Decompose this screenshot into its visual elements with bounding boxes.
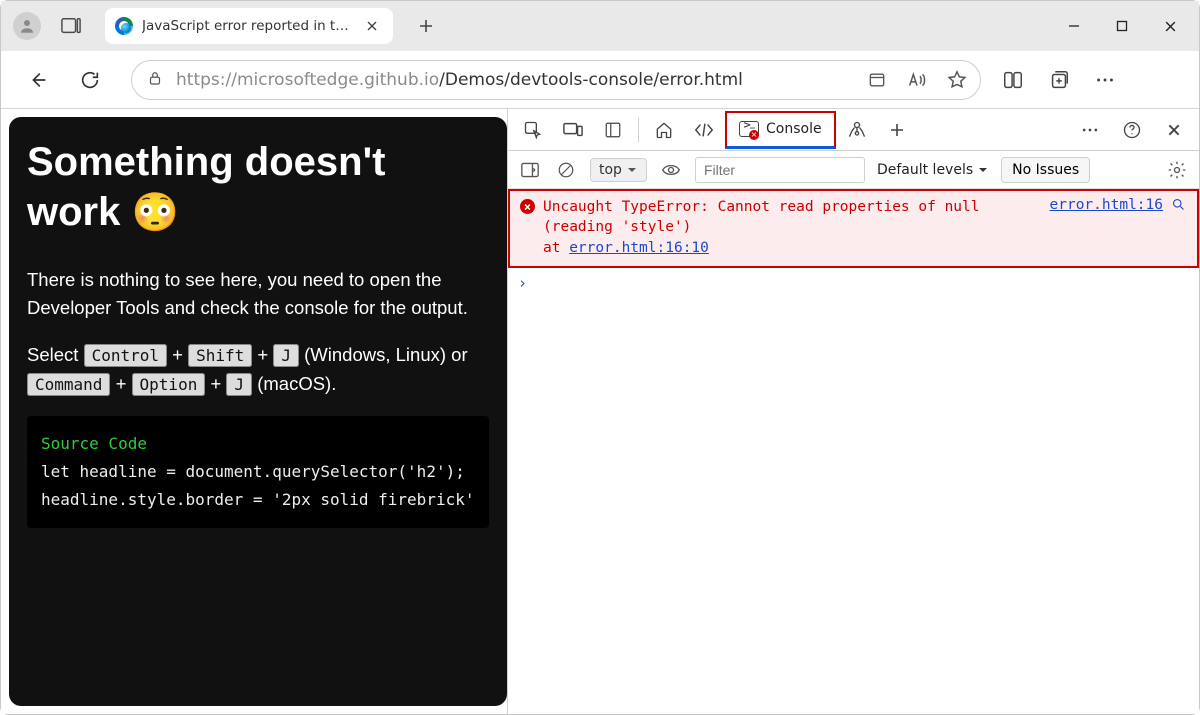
- console-filter-input[interactable]: [695, 157, 865, 183]
- tab-actions-icon[interactable]: [57, 13, 85, 39]
- profile-avatar[interactable]: [13, 12, 41, 40]
- devtools-close-icon[interactable]: [1155, 111, 1193, 149]
- tab-elements-icon[interactable]: [685, 111, 723, 149]
- live-expression-icon[interactable]: [659, 158, 683, 182]
- edge-favicon-icon: [115, 17, 133, 35]
- execution-context-select[interactable]: top: [590, 158, 647, 182]
- console-toolbar: top Default levels No Issues: [508, 151, 1199, 189]
- address-bar[interactable]: https://microsoftedge.github.io/Demos/de…: [131, 60, 981, 100]
- tab-console[interactable]: Console: [725, 111, 836, 149]
- settings-menu-icon[interactable]: [1089, 64, 1121, 96]
- tab-add-icon[interactable]: [878, 111, 916, 149]
- kbd-j-2: J: [226, 373, 252, 396]
- nav-refresh-button[interactable]: [69, 59, 111, 101]
- log-levels-select[interactable]: Default levels: [877, 162, 989, 178]
- page-paragraph-2: Select Control + Shift + J (Windows, Lin…: [27, 341, 489, 398]
- tab-close-button[interactable]: [361, 15, 383, 37]
- tab-sources-icon[interactable]: [838, 111, 876, 149]
- kbd-j: J: [273, 344, 299, 367]
- error-bullet-icon: [520, 199, 535, 214]
- device-toolbar-icon[interactable]: [554, 111, 592, 149]
- page-paragraph-1: There is nothing to see here, you need t…: [27, 266, 489, 323]
- nav-back-button[interactable]: [17, 59, 59, 101]
- browser-toolbar: https://microsoftedge.github.io/Demos/de…: [1, 51, 1199, 109]
- kbd-shift: Shift: [188, 344, 252, 367]
- console-error-row[interactable]: Uncaught TypeError: Cannot read properti…: [508, 189, 1199, 268]
- site-info-lock-icon[interactable]: [146, 69, 164, 91]
- collections-icon[interactable]: [1043, 64, 1075, 96]
- console-prompt[interactable]: ›: [508, 268, 1199, 298]
- read-aloud-icon[interactable]: [904, 67, 930, 93]
- window-minimize-button[interactable]: [1051, 6, 1097, 46]
- tab-title: JavaScript error reported in the C: [142, 18, 352, 34]
- url-text: https://microsoftedge.github.io/Demos/de…: [176, 70, 852, 90]
- title-bar: JavaScript error reported in the C: [1, 1, 1199, 51]
- flushed-emoji-icon: 😳: [131, 192, 178, 234]
- page-viewport: Something doesn't work 😳 There is nothin…: [1, 109, 507, 714]
- favorite-star-icon[interactable]: [944, 67, 970, 93]
- error-source-link[interactable]: error.html:16: [1050, 197, 1164, 258]
- kbd-command: Command: [27, 373, 110, 396]
- error-search-icon[interactable]: [1171, 197, 1187, 258]
- clear-console-icon[interactable]: [554, 158, 578, 182]
- devtools-panel: Console: [507, 109, 1199, 714]
- code-sample: Source Code let headline = document.quer…: [27, 416, 489, 528]
- error-stack-link[interactable]: error.html:16:10: [569, 240, 709, 256]
- tab-welcome-icon[interactable]: [645, 111, 683, 149]
- console-sidebar-toggle-icon[interactable]: [518, 158, 542, 182]
- window-close-button[interactable]: [1147, 6, 1193, 46]
- console-error-badge-icon: [749, 130, 759, 140]
- new-tab-button[interactable]: [409, 9, 443, 43]
- devtools-tabstrip: Console: [508, 109, 1199, 151]
- split-screen-icon[interactable]: [997, 64, 1029, 96]
- inspect-element-icon[interactable]: [514, 111, 552, 149]
- app-available-icon[interactable]: [864, 67, 890, 93]
- browser-tab[interactable]: JavaScript error reported in the C: [105, 8, 393, 44]
- kbd-option: Option: [132, 373, 206, 396]
- issues-button[interactable]: No Issues: [1001, 157, 1090, 183]
- devtools-more-icon[interactable]: [1071, 111, 1109, 149]
- window-maximize-button[interactable]: [1099, 6, 1145, 46]
- page-heading: Something doesn't work 😳: [27, 137, 489, 238]
- kbd-control: Control: [84, 344, 167, 367]
- devtools-help-icon[interactable]: [1113, 111, 1151, 149]
- activity-bar-icon[interactable]: [594, 111, 632, 149]
- error-message: Uncaught TypeError: Cannot read properti…: [543, 197, 1042, 258]
- console-settings-icon[interactable]: [1165, 158, 1189, 182]
